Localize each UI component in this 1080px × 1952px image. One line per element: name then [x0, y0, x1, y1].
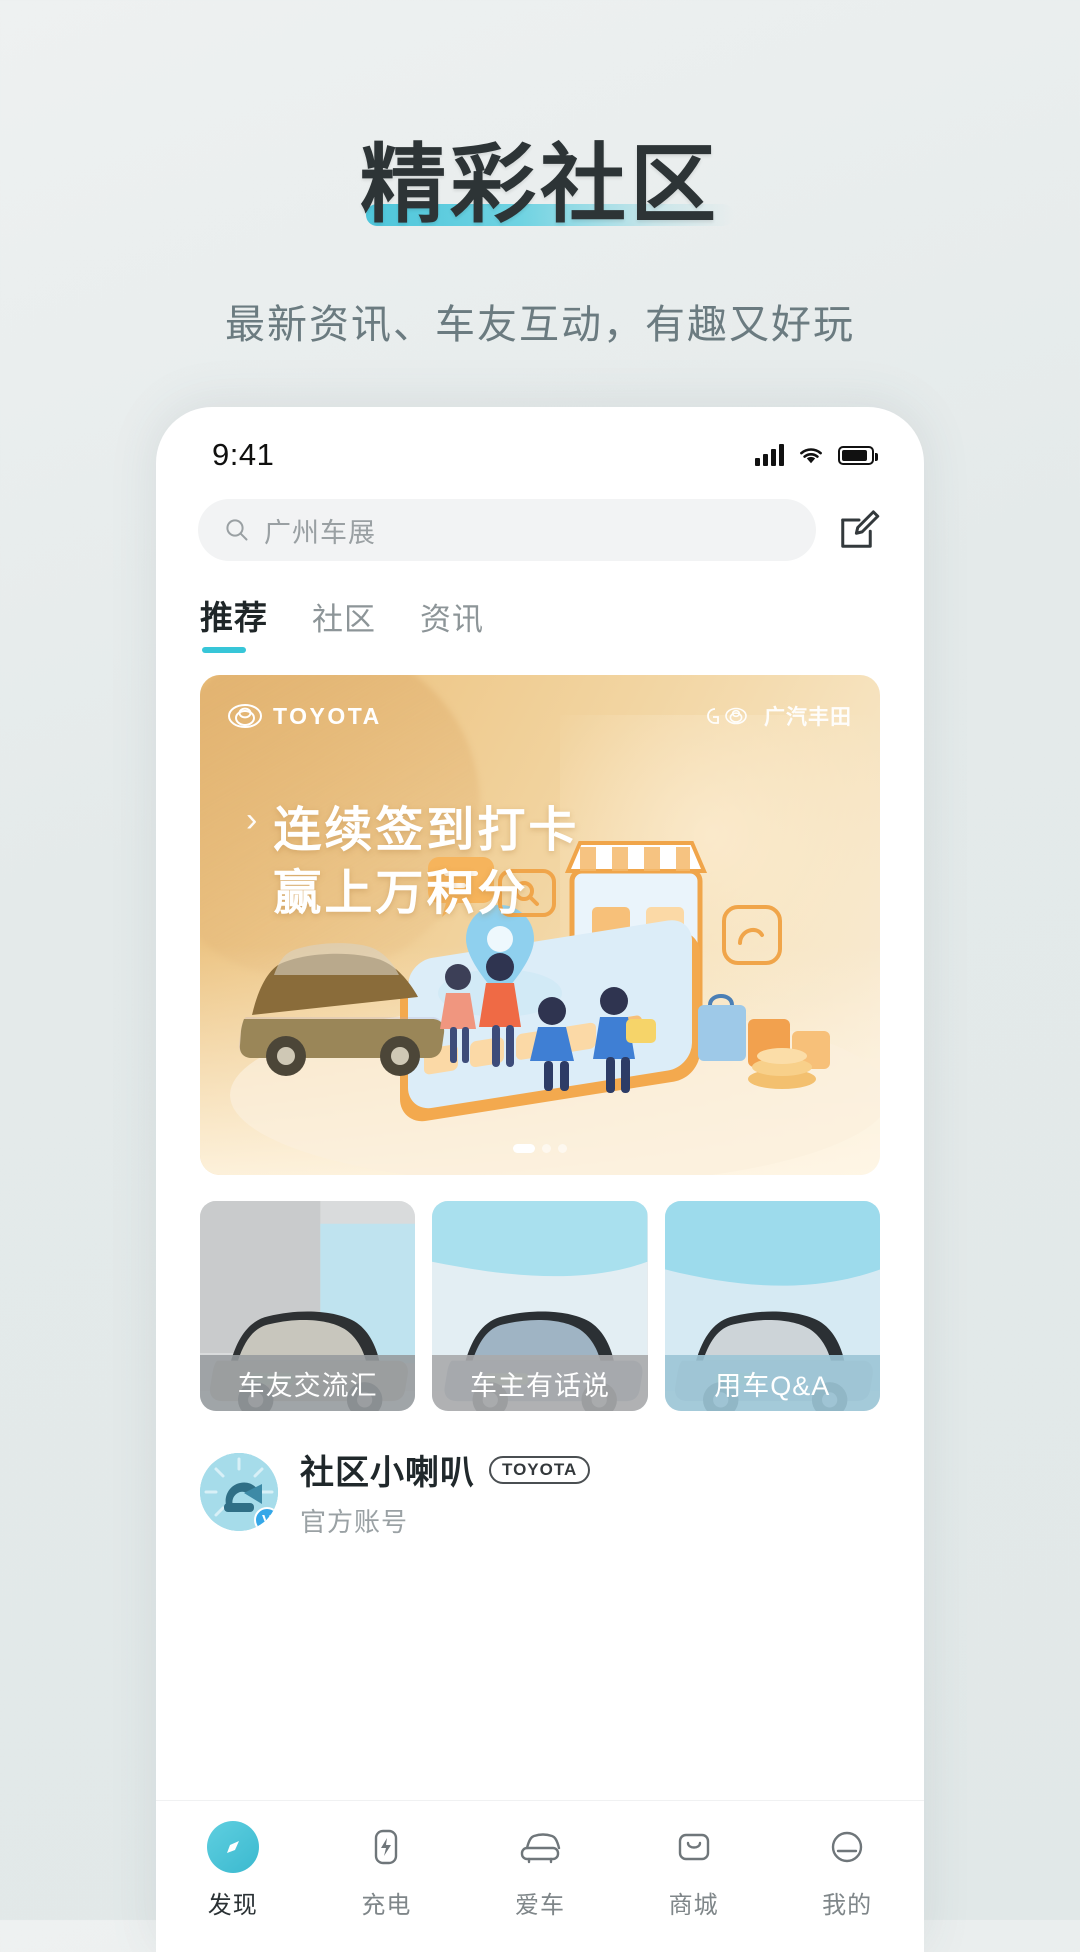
charging-bolt-icon — [360, 1821, 412, 1873]
banner-arrow-icon: › — [246, 801, 258, 839]
account-row[interactable]: V 社区小喇叭 TOYOTA 官方账号 — [156, 1411, 924, 1539]
phone-mockup: 9:41 广州车展 推荐 社区 资讯 TOYOTA 广汽丰田 › 连续签到打卡 … — [156, 407, 924, 1952]
carousel-dot[interactable] — [558, 1144, 567, 1153]
account-text: 社区小喇叭 TOYOTA 官方账号 — [300, 1445, 591, 1539]
search-icon — [226, 519, 248, 541]
verified-badge-icon: V — [254, 1507, 278, 1531]
nav-label: 商城 — [668, 1892, 719, 1919]
card-label: 车友交流汇 — [200, 1355, 416, 1411]
status-bar: 9:41 — [156, 407, 924, 485]
carousel-dot[interactable] — [542, 1144, 551, 1153]
gac-wordmark: 广汽丰田 — [764, 706, 852, 729]
shop-bag-icon — [668, 1821, 720, 1873]
nav-item-charging[interactable]: 充电 — [310, 1821, 464, 1920]
tab-label: 推荐 — [200, 599, 268, 636]
toyota-lockup: TOYOTA — [228, 703, 382, 730]
promo-header: 精彩社区 最新资讯、车友互动，有趣又好玩 — [0, 0, 1080, 350]
content-tabs: 推荐 社区 资讯 — [156, 561, 924, 653]
banner-headline-line1: 连续签到打卡 — [273, 804, 580, 857]
account-name: 社区小喇叭 — [300, 1454, 475, 1492]
gac-toyota-logo-icon — [707, 707, 747, 725]
bottom-nav: 发现 充电 爱车 商城 我的 — [156, 1800, 924, 1952]
search-placeholder: 广州车展 — [264, 517, 376, 548]
tab-news[interactable]: 资讯 — [420, 594, 484, 653]
page-title: 精彩社区 — [360, 137, 720, 233]
banner-headline-line2: 赢上万积分 — [273, 867, 529, 921]
search-input[interactable]: 广州车展 — [198, 499, 816, 561]
tab-label: 社区 — [312, 602, 376, 637]
tab-recommend[interactable]: 推荐 — [200, 591, 268, 653]
search-row: 广州车展 — [156, 485, 924, 561]
profile-icon — [821, 1821, 873, 1873]
banner-brand-row: TOYOTA 广汽丰田 — [200, 701, 880, 731]
nav-item-shop[interactable]: 商城 — [617, 1821, 771, 1920]
cellular-signal-icon — [755, 444, 784, 466]
nav-label: 爱车 — [514, 1892, 565, 1919]
card-label: 车主有话说 — [432, 1355, 648, 1411]
wifi-icon — [800, 448, 822, 464]
nav-label: 我的 — [822, 1892, 873, 1919]
promo-banner-carousel[interactable]: TOYOTA 广汽丰田 › 连续签到打卡 赢上万积分 — [200, 675, 880, 1175]
tab-label: 资讯 — [420, 602, 484, 637]
card-car-friends[interactable]: 车友交流汇 — [200, 1201, 416, 1411]
account-subtitle: 官方账号 — [300, 1507, 409, 1537]
battery-icon — [838, 445, 878, 465]
tab-community[interactable]: 社区 — [312, 594, 376, 653]
gac-toyota-lockup: 广汽丰田 — [703, 701, 852, 731]
card-usage-qa[interactable]: 用车Q&A — [664, 1201, 880, 1411]
banner-headline: 连续签到打卡 赢上万积分 — [273, 799, 579, 926]
car-icon — [514, 1821, 566, 1873]
nav-label: 充电 — [361, 1892, 412, 1919]
category-cards: 车友交流汇 车主有话说 用车Q&A — [156, 1175, 924, 1411]
account-name-row: 社区小喇叭 TOYOTA — [300, 1445, 591, 1494]
nav-item-discover[interactable]: 发现 — [156, 1821, 310, 1920]
banner-copy: › 连续签到打卡 赢上万积分 — [246, 799, 579, 926]
toyota-logo-icon — [228, 704, 262, 728]
carousel-dots[interactable] — [200, 1144, 880, 1153]
nav-item-mycar[interactable]: 爱车 — [463, 1821, 617, 1920]
page-title-wrap: 精彩社区 — [360, 137, 734, 233]
nav-item-profile[interactable]: 我的 — [770, 1821, 924, 1920]
account-brand-tag: TOYOTA — [489, 1455, 591, 1484]
card-label: 用车Q&A — [664, 1355, 880, 1411]
compass-discover-icon — [206, 1821, 259, 1873]
page-subtitle: 最新资讯、车友互动，有趣又好玩 — [225, 303, 855, 348]
nav-label: 发现 — [207, 1892, 258, 1919]
carousel-dot-active[interactable] — [513, 1144, 535, 1153]
status-time: 9:41 — [212, 437, 275, 472]
card-owner-voices[interactable]: 车主有话说 — [432, 1201, 648, 1411]
compose-edit-icon[interactable] — [834, 505, 884, 555]
status-indicators — [755, 444, 878, 466]
toyota-wordmark: TOYOTA — [273, 702, 382, 729]
avatar[interactable]: V — [200, 1453, 278, 1531]
